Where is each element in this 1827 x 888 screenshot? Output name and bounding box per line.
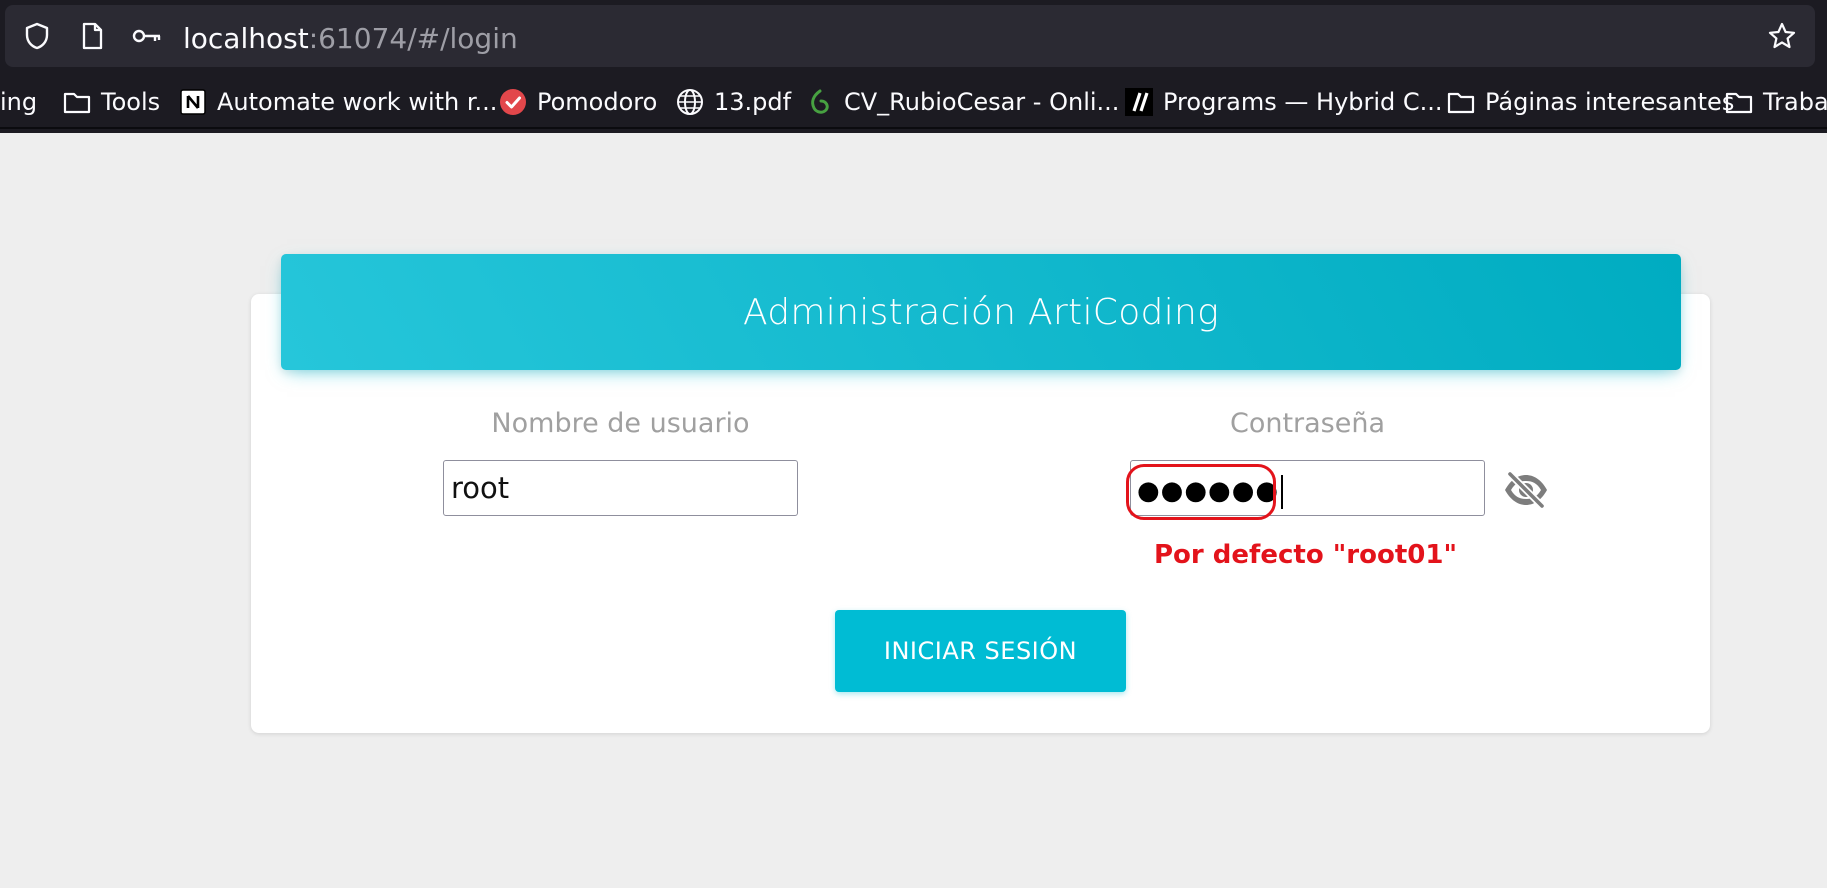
bookmark-label: Trabaj [1763,88,1827,116]
bookmark-cv-rubiocesar[interactable]: CV_RubioCesar - Onli... [805,85,1119,119]
folder-icon [62,87,92,117]
key-icon[interactable] [131,21,161,51]
overleaf-icon [805,87,835,117]
bookmark-label: Programs — Hybrid C... [1163,88,1443,116]
bookmark-automate-work[interactable]: Automate work with r... [178,85,497,119]
page-icon[interactable] [77,21,107,51]
shield-icon[interactable] [22,21,52,51]
bookmark-label: Páginas interesantes [1485,88,1735,116]
globe-icon [675,87,705,117]
bookmark-label: CV_RubioCesar - Onli... [844,88,1120,116]
bookmark-label: 13.pdf [714,88,792,116]
folder-icon [1446,87,1476,117]
bookmark-label: ing [0,88,38,116]
bookmark-label: Automate work with r... [217,88,498,116]
browser-chrome: localhost:61074/#/login ing Tools Automa… [0,0,1827,133]
password-label: Contraseña [1229,408,1386,439]
page-title: Administración ArtiCoding [742,291,1220,333]
bookmark-ing[interactable]: ing [0,85,37,119]
bookmark-paginas-interesantes[interactable]: Páginas interesantes [1446,85,1734,119]
star-icon[interactable] [1767,21,1797,51]
default-password-hint: Por defecto "root01" [1154,540,1457,570]
annotation-highlight [1126,464,1276,520]
bookmark-pomodoro[interactable]: Pomodoro [498,85,657,119]
bookmark-tools[interactable]: Tools [62,85,160,119]
login-header: Administración ArtiCoding [281,254,1681,370]
url-text[interactable]: localhost:61074/#/login [183,24,518,54]
hybrid-icon [1124,87,1154,117]
bookmarks-toolbar: ing Tools Automate work with r... Pomodo… [0,77,1827,131]
folder-icon [1724,87,1754,117]
notion-icon [178,87,208,117]
address-bar[interactable]: localhost:61074/#/login [5,5,1815,67]
username-label: Nombre de usuario [491,408,750,439]
bookmark-label: Tools [101,88,161,116]
bookmark-programs-hybrid[interactable]: Programs — Hybrid C... [1124,85,1443,119]
bookmark-label: Pomodoro [537,88,658,116]
check-circle-icon [498,87,528,117]
login-button[interactable]: INICIAR SESIÓN [835,610,1126,692]
username-input[interactable] [443,460,798,516]
eye-slash-icon[interactable] [1502,466,1550,514]
bookmark-13-pdf[interactable]: 13.pdf [675,85,791,119]
url-host: localhost [183,22,309,55]
bookmark-trabaj[interactable]: Trabaj [1724,85,1827,119]
url-path: :61074/#/login [308,22,518,55]
